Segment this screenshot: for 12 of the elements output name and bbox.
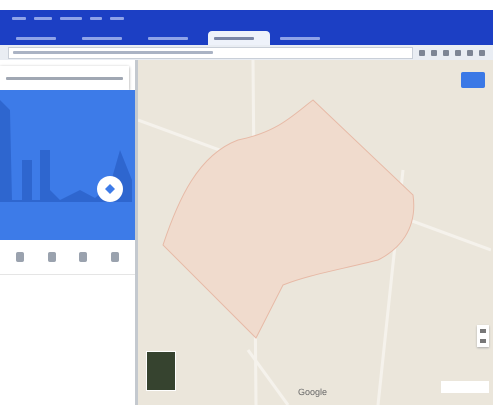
address-bar[interactable] <box>8 46 413 58</box>
action-icon[interactable] <box>111 252 120 262</box>
action-icon[interactable] <box>79 252 88 262</box>
map-view[interactable]: Google <box>138 60 493 405</box>
browser-tab[interactable] <box>208 31 270 45</box>
map-attribution: Google <box>298 387 328 397</box>
search-field[interactable] <box>0 66 129 90</box>
action-icon[interactable] <box>16 252 24 262</box>
directions-icon <box>105 184 115 194</box>
action-icon[interactable] <box>48 252 56 262</box>
scale-control <box>441 381 489 393</box>
satellite-thumbnail[interactable] <box>146 351 176 391</box>
